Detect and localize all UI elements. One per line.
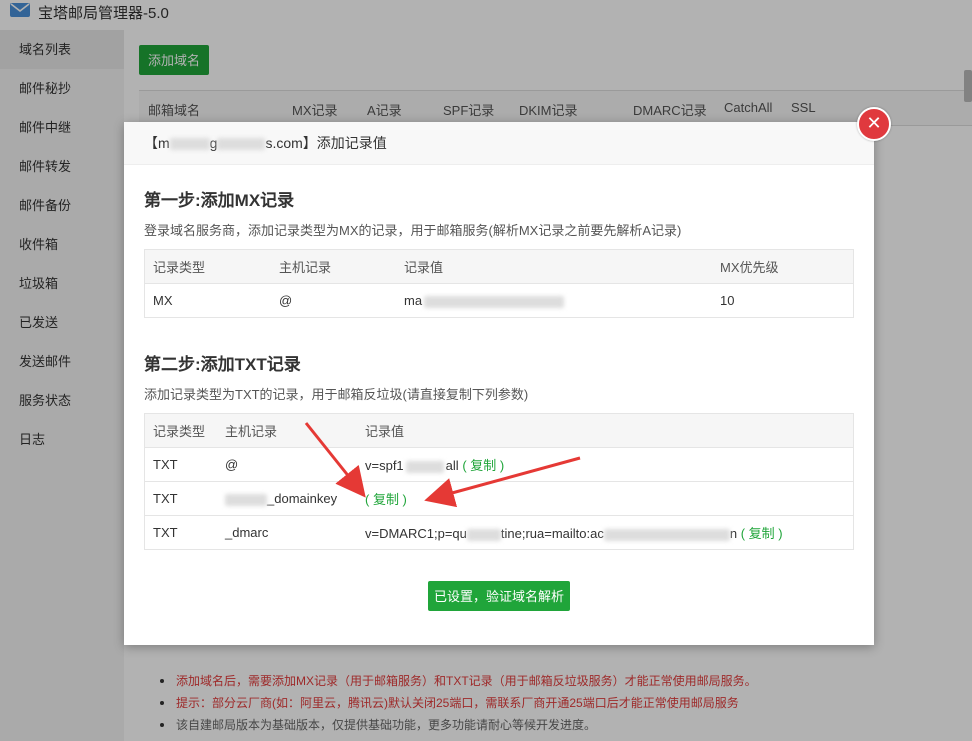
record-value: v=DMARC1;p=qu tine;rua=mailto:ac n ( 复制 ) [357,515,854,550]
record-value-text: ma [404,293,423,308]
column-header: 记录值 [357,413,854,448]
record-value-text: tine;rua=mailto:ac [500,526,604,541]
column-header: MX优先级 [712,249,854,284]
step1-title: 第一步:添加MX记录 [144,191,295,210]
modal-title-suffix: s.com】添加记录值 [265,135,387,151]
txt-record-table: 记录类型 主机记录 记录值 TXT @ v=spf1 all ( 复制 ) TXT… [144,413,854,550]
record-value-text: all [445,458,459,473]
table-row: MX @ ma 10 [144,283,854,318]
redacted-text [603,528,730,541]
redacted-text [225,493,267,506]
step1-desc: 登录域名服务商，添加记录类型为MX的记录，用于邮箱服务(解析MX记录之前要先解析… [144,223,682,238]
column-header: 记录类型 [144,249,271,284]
record-type: TXT [144,447,217,482]
copy-link[interactable]: ( 复制 ) [365,492,407,507]
add-record-modal: 【m g s.com】添加记录值 ✕ 第一步:添加MX记录 登录域名服务商，添加记录… [124,107,891,645]
host-record: @ [271,283,396,318]
copy-link[interactable]: ( 复制 ) [462,458,504,473]
record-type: TXT [144,481,217,516]
close-button[interactable]: ✕ [857,107,891,141]
redacted-text [424,295,565,308]
mx-record-table: 记录类型 主机记录 记录值 MX优先级 MX @ ma 10 [144,249,854,318]
record-type: TXT [144,515,217,550]
record-value: ma [396,283,712,318]
record-value: ( 复制 ) [357,481,854,516]
step2-desc: 添加记录类型为TXT的记录，用于邮箱反垃圾(请直接复制下列参数) [144,387,529,402]
table-header-row: 记录类型 主机记录 记录值 MX优先级 [144,249,854,284]
redacted-text [405,460,444,473]
record-value-text: v=DMARC1;p=qu [365,526,467,541]
record-value: v=spf1 all ( 复制 ) [357,447,854,482]
column-header: 主机记录 [217,413,357,448]
modal-title-mid: g [209,135,218,151]
redacted-text [466,528,501,541]
host-record: _dmarc [217,515,357,550]
redacted-text [217,138,266,151]
table-row: TXT _domainkey ( 复制 ) [144,481,854,516]
verify-domain-button[interactable]: 已设置，验证域名解析 [428,581,570,611]
column-header: 记录类型 [144,413,217,448]
record-value-text: v=spf1 [365,458,404,473]
modal-title: 【m g s.com】添加记录值 [124,122,874,165]
table-row: TXT @ v=spf1 all ( 复制 ) [144,447,854,482]
host-record-text: _domainkey [267,491,338,506]
column-header: 记录值 [396,249,712,284]
record-type: MX [144,283,271,318]
step2-title: 第二步:添加TXT记录 [144,355,301,374]
redacted-text [169,138,210,151]
table-header-row: 记录类型 主机记录 记录值 [144,413,854,448]
column-header: 主机记录 [271,249,396,284]
copy-link[interactable]: ( 复制 ) [741,526,783,541]
record-value-text: n [729,526,738,541]
modal-title-prefix: 【m [144,135,170,151]
host-record: @ [217,447,357,482]
table-row: TXT _dmarc v=DMARC1;p=qu tine;rua=mailto:… [144,515,854,550]
mx-priority: 10 [712,283,854,318]
host-record: _domainkey [217,481,357,516]
